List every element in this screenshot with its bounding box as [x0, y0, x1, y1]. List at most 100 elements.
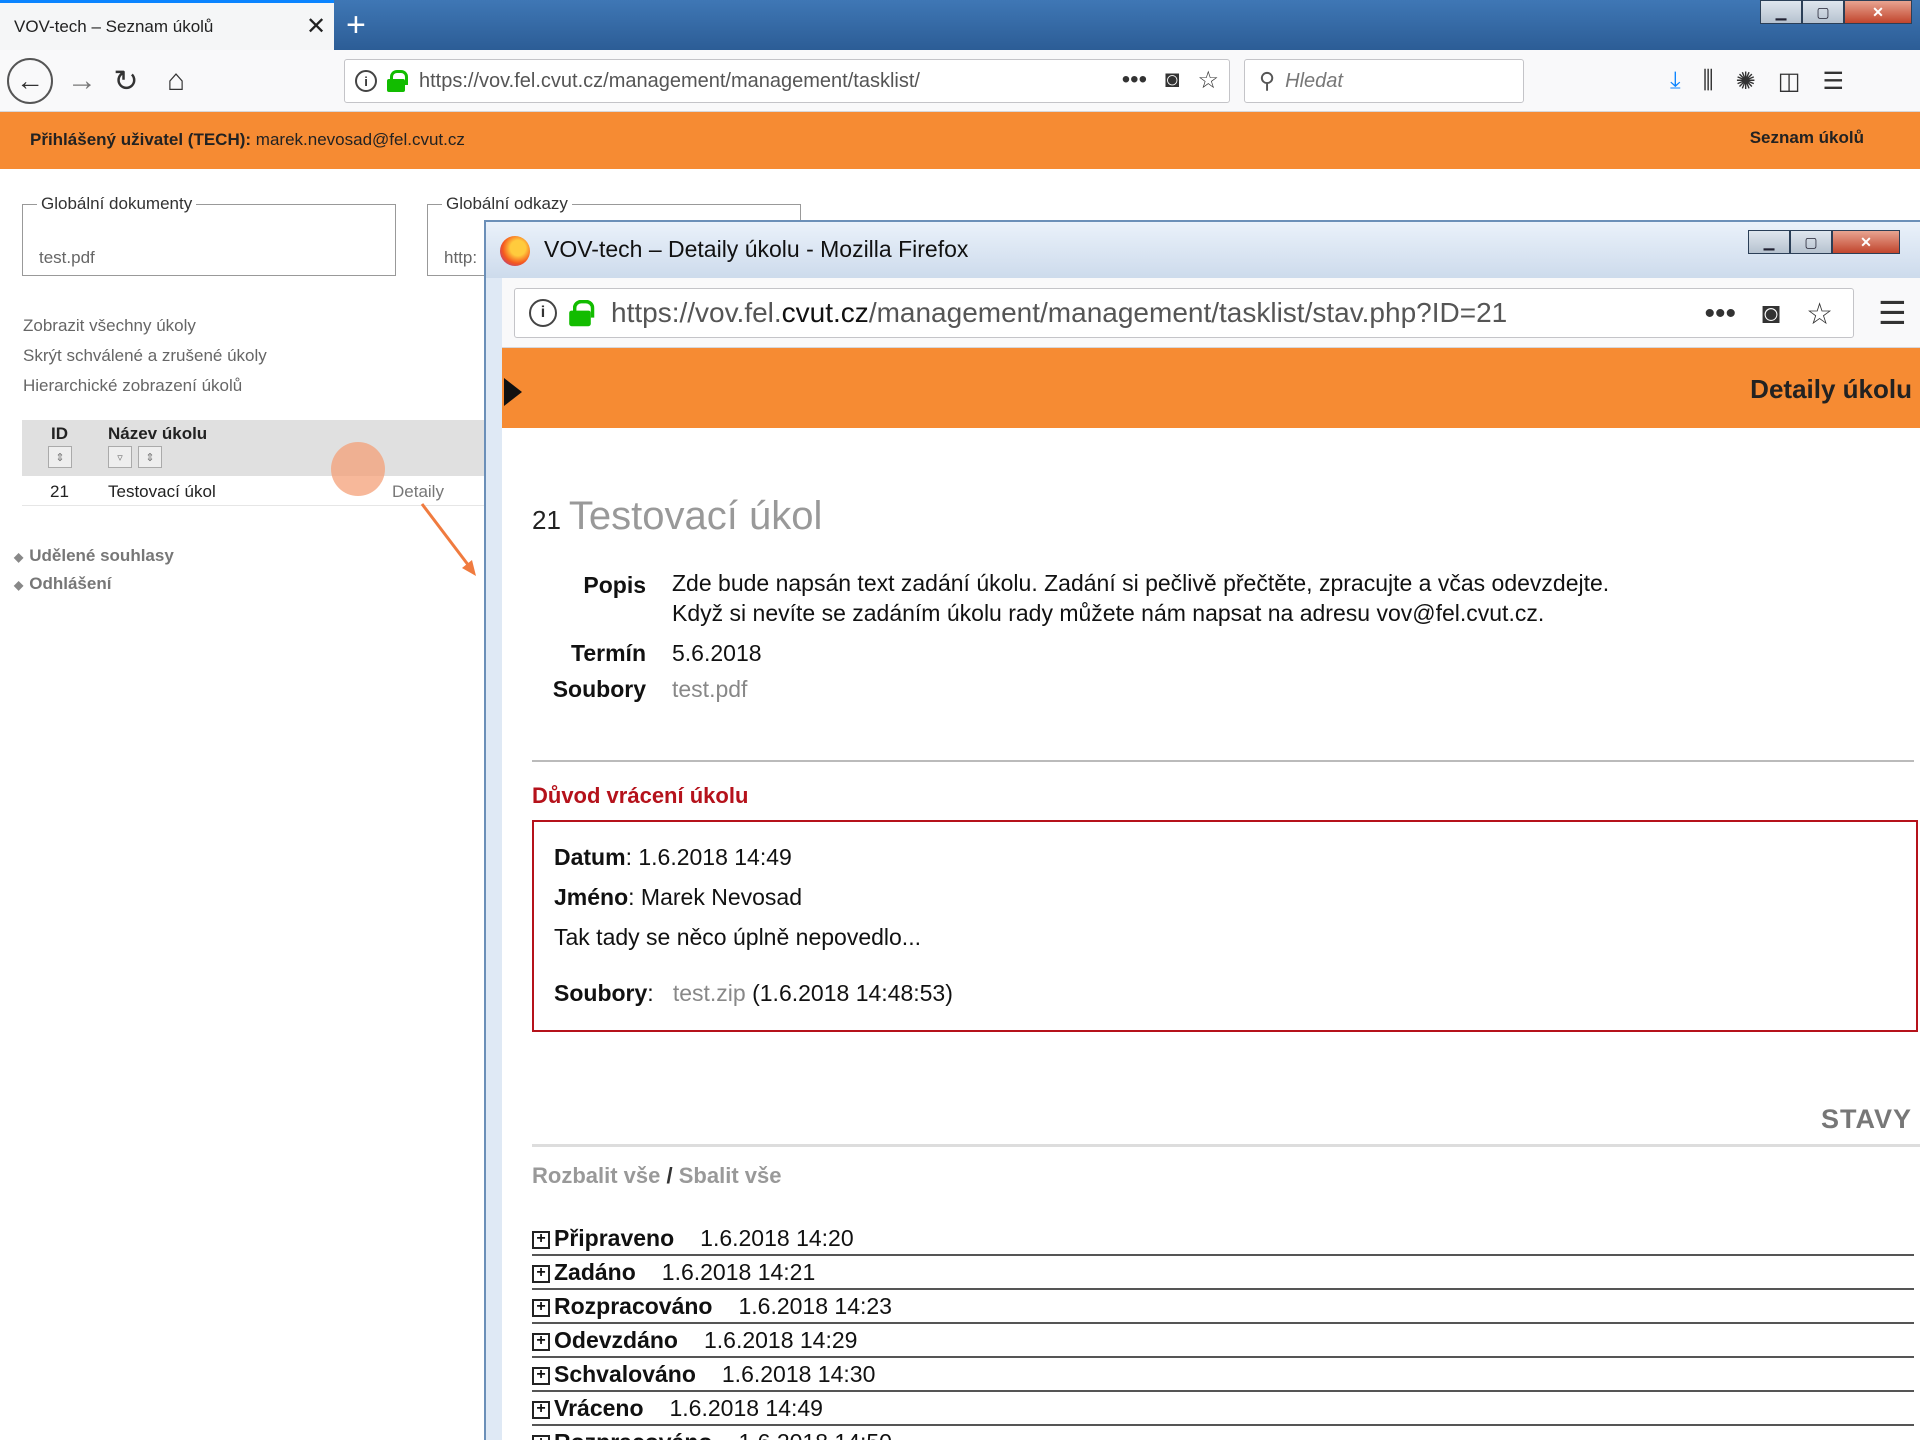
popup-body: i https://vov.fel.cvut.cz/management/man… — [502, 278, 1920, 1440]
column-id: ID — [51, 424, 68, 443]
expand-icon[interactable]: + — [532, 1435, 550, 1440]
task-list-link[interactable]: Seznam úkolů — [1750, 128, 1864, 148]
window-controls: ▁ ▢ ✕ — [1760, 0, 1912, 24]
show-all-tasks-link[interactable]: Zobrazit všechny úkoly — [23, 316, 196, 336]
hierarchical-view-link[interactable]: Hierarchické zobrazení úkolů — [23, 376, 242, 396]
file-link[interactable]: test.pdf — [672, 676, 747, 703]
reload-icon[interactable]: ↻ — [106, 50, 146, 112]
bookmark-star-icon[interactable]: ☆ — [1197, 66, 1219, 95]
popup-header-title: Detaily úkolu — [1750, 374, 1912, 404]
logout-link[interactable]: ◆ Odhlášení — [14, 574, 111, 594]
bookmark-star-icon[interactable]: ☆ — [1806, 297, 1833, 332]
back-button[interactable]: ← — [6, 50, 54, 112]
info-icon[interactable]: i — [529, 299, 557, 327]
logged-user-email: marek.nevosad@fel.cvut.cz — [255, 130, 465, 149]
popup-url-bar[interactable]: i https://vov.fel.cvut.cz/management/man… — [514, 288, 1854, 338]
forward-icon[interactable]: → — [62, 50, 102, 112]
state-row[interactable]: + Odevzdáno 1.6.2018 14:29 — [532, 1324, 1914, 1358]
state-row[interactable]: + Rozpracováno 1.6.2018 14:50 — [532, 1426, 1914, 1440]
popup-navigation-bar: i https://vov.fel.cvut.cz/management/man… — [502, 278, 1920, 348]
pocket-icon[interactable]: ◙ — [1165, 66, 1180, 95]
task-detail-popup-window: VOV-tech – Detaily úkolu - Mozilla Firef… — [484, 220, 1920, 1440]
expand-icon[interactable]: + — [532, 1367, 550, 1385]
popup-maximize-button[interactable]: ▢ — [1790, 230, 1832, 254]
deadline-label: Termín — [571, 640, 646, 666]
popup-titlebar[interactable]: VOV-tech – Detaily úkolu - Mozilla Firef… — [486, 222, 1920, 278]
state-name: Schvalováno — [554, 1361, 696, 1387]
info-icon[interactable]: i — [355, 70, 377, 92]
annotation-arrow — [420, 503, 476, 576]
popup-minimize-button[interactable]: ▁ — [1748, 230, 1790, 254]
popup-window-controls: ▁ ▢ ✕ — [1748, 230, 1900, 254]
tab-active[interactable]: VOV-tech – Seznam úkolů ✕ — [0, 0, 334, 50]
hide-approved-link[interactable]: Skrýt schválené a zrušené úkoly — [23, 346, 267, 366]
click-indicator — [331, 442, 385, 496]
column-name: Název úkolu — [108, 424, 208, 443]
state-row[interactable]: + Připraveno 1.6.2018 14:20 — [532, 1222, 1914, 1256]
expand-icon[interactable]: + — [532, 1401, 550, 1419]
firefox-logo-icon — [500, 236, 530, 266]
state-row[interactable]: + Vráceno 1.6.2018 14:49 — [532, 1392, 1914, 1426]
consents-link[interactable]: ◆ Udělené souhlasy — [14, 546, 174, 566]
minimize-button[interactable]: ▁ — [1760, 0, 1802, 24]
expand-icon[interactable]: + — [532, 1299, 550, 1317]
expand-icon[interactable]: + — [532, 1265, 550, 1283]
state-name: Připraveno — [554, 1225, 675, 1251]
page-actions-icon[interactable]: ••• — [1704, 297, 1736, 332]
state-time: 1.6.2018 14:20 — [700, 1225, 854, 1251]
global-documents-box: Globální dokumenty test.pdf — [22, 194, 396, 276]
back-icon: ← — [7, 58, 53, 104]
global-link[interactable]: http: — [444, 248, 477, 268]
state-name: Rozpracováno — [554, 1429, 712, 1440]
return-date: Datum: 1.6.2018 14:49 — [554, 844, 792, 870]
logged-user: Přihlášený uživatel (TECH): marek.nevosa… — [30, 130, 465, 150]
sort-name-icon[interactable]: ⇕ — [138, 446, 162, 468]
state-row[interactable]: + Schvalováno 1.6.2018 14:30 — [532, 1358, 1914, 1392]
popup-page-header: Detaily úkolu — [502, 348, 1920, 428]
expand-icon[interactable]: + — [532, 1231, 550, 1249]
close-window-button[interactable]: ✕ — [1844, 0, 1912, 24]
state-time: 1.6.2018 14:30 — [721, 1361, 876, 1387]
new-tab-button[interactable]: + — [346, 6, 366, 45]
return-message: Tak tady se něco úplně nepovedlo... — [554, 924, 921, 950]
popup-url-text[interactable]: https://vov.fel.cvut.cz/management/manag… — [611, 297, 1507, 329]
state-time: 1.6.2018 14:29 — [703, 1327, 858, 1353]
return-reason-box: Datum: 1.6.2018 14:49 Jméno: Marek Nevos… — [532, 820, 1918, 1032]
state-name: Odevzdáno — [554, 1327, 678, 1353]
maximize-button[interactable]: ▢ — [1802, 0, 1844, 24]
play-icon[interactable] — [504, 378, 522, 406]
home-icon[interactable]: ⌂ — [156, 50, 196, 112]
expand-all-link[interactable]: Rozbalit vše — [532, 1163, 660, 1188]
filter-name-icon[interactable]: ▿ — [108, 446, 132, 468]
expand-collapse-links: Rozbalit vše / Sbalit vše — [532, 1163, 782, 1188]
popup-close-button[interactable]: ✕ — [1832, 230, 1900, 254]
addon-icon[interactable]: ✺ — [1736, 67, 1756, 96]
url-text[interactable]: https://vov.fel.cvut.cz/management/manag… — [419, 70, 1099, 93]
popup-window-title: VOV-tech – Detaily úkolu - Mozilla Firef… — [544, 236, 969, 262]
sort-id-icon[interactable]: ⇕ — [48, 446, 72, 468]
expand-icon[interactable]: + — [532, 1333, 550, 1351]
collapse-all-link[interactable]: Sbalit vše — [679, 1163, 782, 1188]
task-detail-link[interactable]: Detaily — [392, 482, 444, 502]
url-bar[interactable]: i https://vov.fel.cvut.cz/management/man… — [344, 59, 1230, 103]
hamburger-menu-icon[interactable]: ☰ — [1822, 67, 1844, 96]
return-file-link[interactable]: test.zip — [673, 980, 746, 1006]
tab-close-button[interactable]: ✕ — [306, 12, 326, 41]
state-row[interactable]: + Rozpracováno 1.6.2018 14:23 — [532, 1290, 1914, 1324]
return-name: Jméno: Marek Nevosad — [554, 884, 802, 910]
page-actions-icon[interactable]: ••• — [1122, 66, 1147, 95]
lock-icon — [569, 299, 595, 327]
task-heading: 21 Testovací úkol — [532, 494, 822, 539]
task-id-cell: 21 — [50, 482, 69, 501]
deadline-value: 5.6.2018 — [672, 640, 762, 666]
pocket-icon[interactable]: ◙ — [1762, 297, 1780, 332]
global-document-link[interactable]: test.pdf — [39, 248, 95, 268]
task-id: 21 — [532, 505, 561, 535]
library-icon[interactable]: ⫼ — [1703, 67, 1714, 95]
sidebar-icon[interactable]: ◫ — [1778, 67, 1801, 96]
search-icon: ⚲ — [1259, 68, 1276, 93]
hamburger-menu-icon[interactable]: ☰ — [1878, 294, 1907, 332]
search-bar[interactable]: ⚲ Hledat — [1244, 59, 1524, 103]
download-icon[interactable]: ⤓ — [1670, 67, 1681, 95]
state-row[interactable]: + Zadáno 1.6.2018 14:21 — [532, 1256, 1914, 1290]
